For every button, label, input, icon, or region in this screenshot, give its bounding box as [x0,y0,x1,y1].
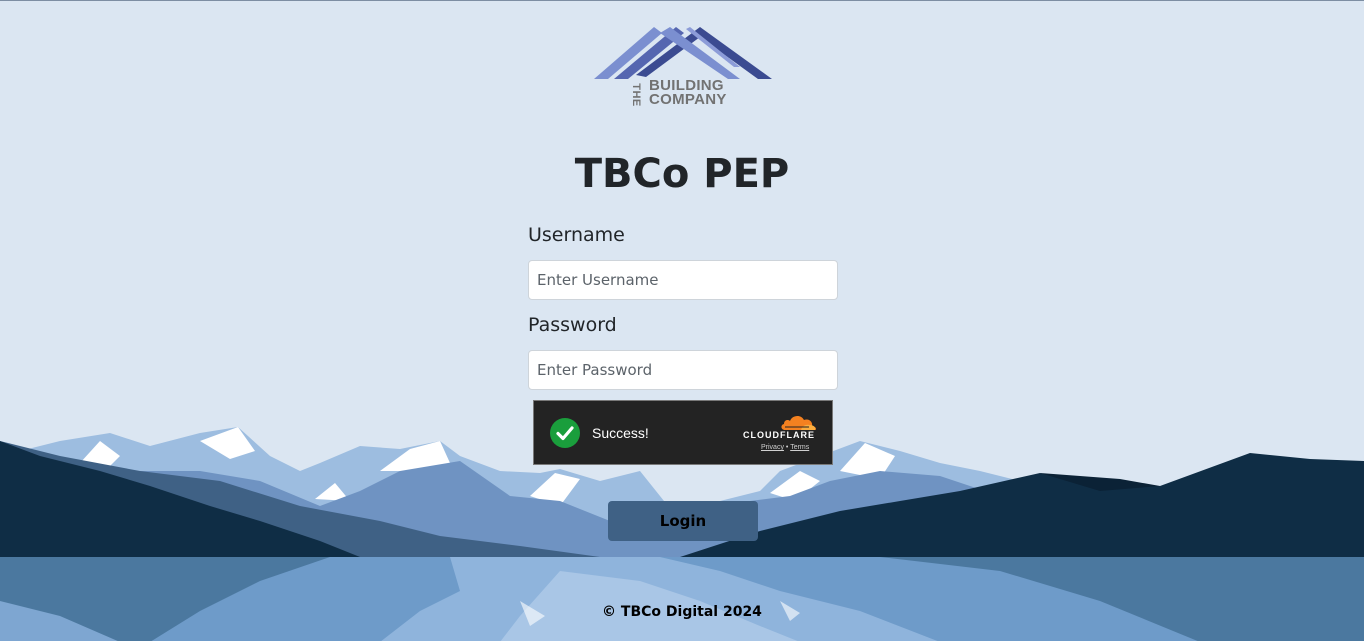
logo-line-2: COMPANY [649,91,727,108]
captcha-links: Privacy • Terms [761,444,809,451]
logo-prefix: THE [629,83,642,107]
captcha-status: Success! [592,425,649,441]
check-icon [550,418,580,448]
footer-copyright: © TBCo Digital 2024 [602,604,762,620]
logo-wordmark: BUILDING COMPANY [649,78,727,108]
privacy-link[interactable]: Privacy [761,444,784,451]
login-button[interactable]: Login [608,501,758,541]
password-input[interactable] [528,350,838,390]
cloudflare-cloud-icon [781,415,816,430]
username-input[interactable] [528,260,838,300]
page-title: TBCo PEP [574,151,790,197]
password-label: Password [528,314,617,336]
link-separator: • [785,444,789,451]
username-label: Username [528,224,625,246]
cloudflare-captcha-widget[interactable]: Success! CLOUDFLARE Privacy • Terms [533,400,833,465]
cloudflare-brand-text: CLOUDFLARE [743,430,815,440]
terms-link[interactable]: Terms [790,444,809,451]
login-page: THE BUILDING COMPANY TBCo PEP Username P… [0,0,1364,641]
